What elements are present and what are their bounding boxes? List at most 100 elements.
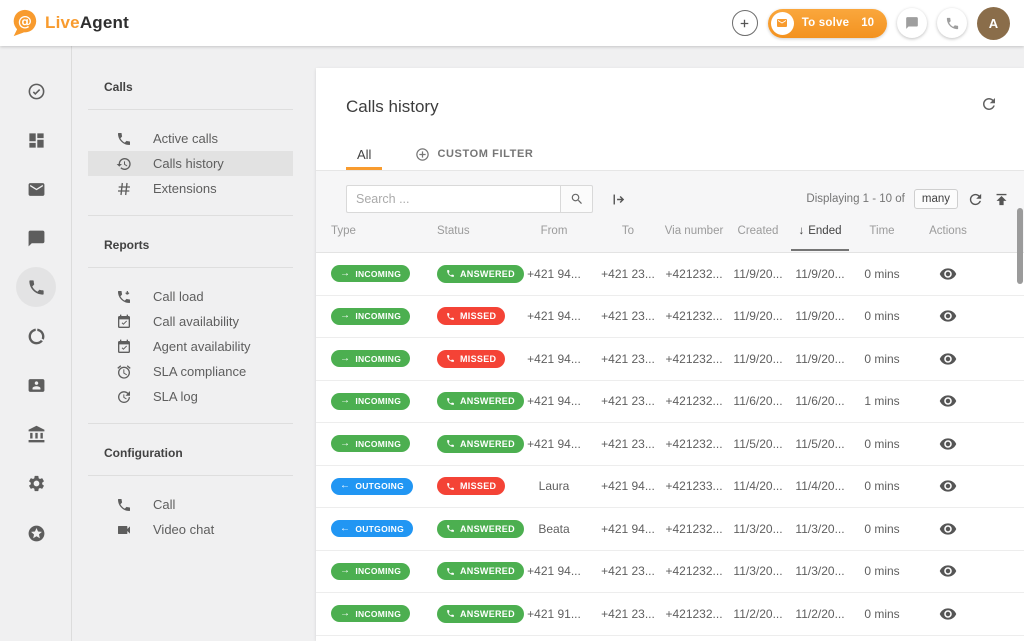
sidebar-item-video-chat[interactable]: Video chat: [88, 517, 293, 542]
sidebar-item-label: Extensions: [153, 181, 217, 196]
rail-item-settings[interactable]: [16, 463, 56, 503]
sidebar-item-label: Calls history: [153, 156, 224, 171]
view-call-button[interactable]: [939, 307, 957, 325]
calls-button[interactable]: [937, 8, 967, 38]
rail-item-data-usage[interactable]: [16, 316, 56, 356]
column-header-actions[interactable]: Actions: [916, 209, 980, 252]
table-row[interactable]: →INCOMINGANSWERED+421 94...+421 23...+42…: [316, 551, 1024, 594]
column-header-type[interactable]: Type: [331, 209, 441, 252]
cell-type: ←OUTGOING: [331, 466, 441, 508]
sidebar-item-agent-availability[interactable]: Agent availability: [88, 334, 293, 359]
phone-icon: [446, 269, 455, 278]
sidebar-item-call[interactable]: Call: [88, 492, 293, 517]
cell-from: +421 94...: [512, 296, 596, 338]
view-call-button[interactable]: [939, 520, 957, 538]
rail-item-check-circle[interactable]: [16, 71, 56, 111]
bank-icon: [27, 425, 46, 444]
table-row[interactable]: →INCOMINGANSWERED+421 94...+421 23...+42…: [316, 381, 1024, 424]
table-row[interactable]: →INCOMINGANSWERED+421 94...+421 23...+42…: [316, 253, 1024, 296]
view-call-button[interactable]: [939, 392, 957, 410]
sidebar-item-sla-compliance[interactable]: SLA compliance: [88, 359, 293, 384]
table-row[interactable]: →INCOMINGANSWERED+421 91...+421 23...+42…: [316, 593, 1024, 636]
view-call-button[interactable]: [939, 265, 957, 283]
column-header-via[interactable]: Via number: [660, 209, 728, 252]
cell-via: +421232...: [660, 593, 728, 635]
divider: [88, 267, 293, 268]
sidebar-item-active-calls[interactable]: Active calls: [88, 126, 293, 151]
scroll-top-button[interactable]: [993, 191, 1010, 208]
chats-button[interactable]: [897, 8, 927, 38]
to-solve-button[interactable]: To solve 10: [768, 9, 887, 38]
table-row[interactable]: →INCOMINGMISSED+421 94...+421 23...+4212…: [316, 296, 1024, 339]
view-call-button[interactable]: [939, 477, 957, 495]
chat-icon: [905, 16, 919, 30]
divider: [88, 215, 293, 216]
view-call-button[interactable]: [939, 605, 957, 623]
column-label: Created: [738, 225, 779, 237]
column-header-ended[interactable]: ↓ Ended: [788, 209, 852, 252]
rail-item-star-circle[interactable]: [16, 513, 56, 553]
refresh-button[interactable]: [980, 95, 998, 113]
cell-from: +421 94...: [512, 338, 596, 380]
cell-time: 0 mins: [852, 253, 912, 295]
column-label: Actions: [929, 225, 967, 237]
rail-item-mail[interactable]: [16, 169, 56, 209]
create-new-button[interactable]: [732, 10, 758, 36]
reload-list-button[interactable]: [967, 191, 984, 208]
scrollbar[interactable]: [1017, 208, 1023, 284]
rail-item-bank[interactable]: [16, 414, 56, 454]
cell-via: +421232...: [660, 338, 728, 380]
sidebar-item-sla-log[interactable]: SLA log: [88, 384, 293, 409]
avatar[interactable]: A: [977, 7, 1010, 40]
cell-from: +421 94...: [512, 423, 596, 465]
logo-bubble-icon: @: [9, 8, 39, 38]
column-label: Via number: [665, 225, 724, 237]
sidebar-item-call-load[interactable]: Call load: [88, 284, 293, 309]
phone-callback-icon: [116, 289, 132, 305]
column-label: Ended: [808, 225, 841, 237]
divider: [88, 475, 293, 476]
rail-item-chat[interactable]: [16, 218, 56, 258]
contacts-icon: [27, 376, 46, 395]
cell-actions: [916, 508, 980, 550]
rail-item-phone[interactable]: [16, 267, 56, 307]
rail-item-contacts[interactable]: [16, 365, 56, 405]
table-row[interactable]: ←OUTGOINGANSWEREDBeata+421 94...+421232.…: [316, 508, 1024, 551]
sort-arrow-icon: ↓: [798, 225, 804, 237]
view-call-button[interactable]: [939, 435, 957, 453]
cell-from: Beata: [512, 508, 596, 550]
cell-to: +421 23...: [596, 296, 660, 338]
sidebar-item-label: SLA compliance: [153, 364, 246, 379]
sidebar-item-calls-history[interactable]: Calls history: [88, 151, 293, 176]
column-header-time[interactable]: Time: [852, 209, 912, 252]
cell-from: Laura: [512, 466, 596, 508]
column-header-created[interactable]: Created: [728, 209, 788, 252]
column-header-from[interactable]: From: [512, 209, 596, 252]
forward-filter-icon[interactable]: [610, 191, 627, 208]
phone-icon: [446, 567, 455, 576]
tab-all[interactable]: All: [346, 138, 382, 170]
cell-time: 0 mins: [852, 508, 912, 550]
table-row[interactable]: →INCOMINGANSWERED+421 94...+421 23...+42…: [316, 423, 1024, 466]
phone-icon: [27, 278, 46, 297]
add-circle-icon: [415, 147, 430, 162]
rail-item-dashboard[interactable]: [16, 120, 56, 160]
column-label: Time: [869, 225, 894, 237]
phone-icon: [446, 397, 455, 406]
view-call-button[interactable]: [939, 350, 957, 368]
table-row[interactable]: ←OUTGOINGMISSEDLaura+421 94...+421233...…: [316, 466, 1024, 509]
count-chip[interactable]: many: [914, 189, 958, 209]
to-solve-label: To solve: [802, 17, 849, 29]
column-header-to[interactable]: To: [596, 209, 660, 252]
tab-custom-filter[interactable]: CUSTOM FILTER: [404, 138, 544, 170]
cell-ended: 11/4/20...: [788, 466, 852, 508]
view-call-button[interactable]: [939, 562, 957, 580]
sidebar-item-call-availability[interactable]: Call availability: [88, 309, 293, 334]
cell-created: 11/9/20...: [728, 296, 788, 338]
cell-time: 0 mins: [852, 338, 912, 380]
direction-badge: →INCOMING: [331, 393, 410, 410]
sidebar-item-extensions[interactable]: Extensions: [88, 176, 293, 201]
cell-time: 0 mins: [852, 423, 912, 465]
cell-ended: 11/2/20...: [788, 593, 852, 635]
table-row[interactable]: →INCOMINGMISSED+421 94...+421 23...+4212…: [316, 338, 1024, 381]
